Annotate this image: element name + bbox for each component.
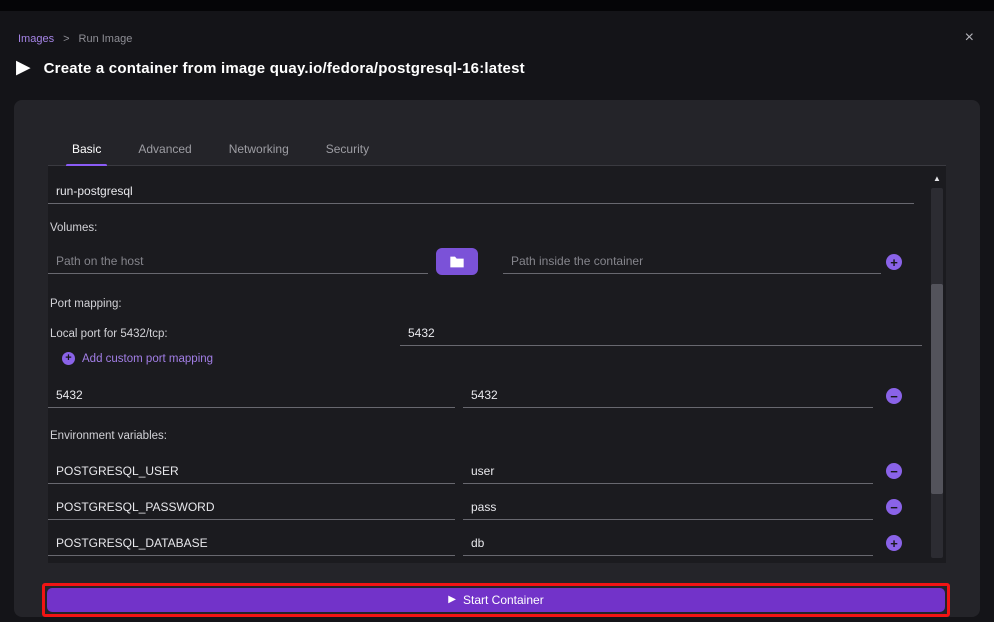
page-title: Create a container from image quay.io/fe… — [44, 60, 525, 77]
volume-container-input[interactable] — [503, 248, 881, 274]
play-icon: ▶ — [16, 57, 31, 79]
local-port-label: Local port for 5432/tcp: — [50, 328, 168, 340]
run-image-dialog: Basic Advanced Networking Security Volum… — [14, 100, 980, 617]
breadcrumb-images-link[interactable]: Images — [18, 33, 54, 45]
volume-host-input[interactable] — [48, 248, 428, 274]
play-icon: ▶ — [448, 594, 456, 606]
breadcrumb-separator: > — [63, 33, 69, 45]
scrollbar-track[interactable] — [931, 188, 943, 558]
tab-bar: Basic Advanced Networking Security — [48, 136, 946, 166]
remove-env-icon[interactable]: − — [886, 463, 902, 479]
container-name-input[interactable] — [48, 178, 914, 204]
env-name-input[interactable] — [48, 530, 455, 556]
port-mapping-label: Port mapping: — [50, 298, 122, 310]
env-value-input[interactable] — [463, 530, 873, 556]
tab-networking[interactable]: Networking — [227, 136, 291, 165]
add-env-icon[interactable]: + — [886, 535, 902, 551]
environment-variables-label: Environment variables: — [50, 430, 167, 442]
add-volume-icon[interactable]: + — [886, 254, 902, 270]
env-name-input[interactable] — [48, 458, 455, 484]
custom-port-host-input[interactable] — [48, 382, 455, 408]
add-custom-port-label: Add custom port mapping — [82, 353, 213, 365]
start-container-label: Start Container — [463, 593, 544, 607]
env-name-input[interactable] — [48, 494, 455, 520]
basic-form: Volumes: + Port mapping: Local port for … — [48, 166, 946, 563]
start-container-button[interactable]: ▶ Start Container — [47, 588, 945, 612]
tab-basic[interactable]: Basic — [70, 136, 103, 165]
window-top-strip — [0, 0, 994, 11]
browse-folder-button[interactable] — [436, 248, 478, 275]
custom-port-container-input[interactable] — [463, 382, 873, 408]
tab-security[interactable]: Security — [324, 136, 371, 165]
remove-port-icon[interactable]: − — [886, 388, 902, 404]
close-icon[interactable]: × — [965, 30, 974, 46]
scrollbar-thumb[interactable] — [931, 284, 943, 494]
scroll-up-icon[interactable]: ▲ — [930, 172, 944, 186]
local-port-input[interactable] — [400, 320, 922, 346]
env-value-input[interactable] — [463, 458, 873, 484]
add-icon: + — [62, 352, 75, 365]
page-header: ▶ Create a container from image quay.io/… — [16, 57, 525, 79]
env-value-input[interactable] — [463, 494, 873, 520]
annotation-highlight-box: ▶ Start Container — [42, 583, 950, 617]
breadcrumb: Images > Run Image — [18, 33, 132, 45]
volumes-label: Volumes: — [50, 222, 97, 234]
add-custom-port-button[interactable]: + Add custom port mapping — [62, 352, 213, 365]
folder-icon — [449, 255, 465, 269]
tab-advanced[interactable]: Advanced — [136, 136, 193, 165]
remove-env-icon[interactable]: − — [886, 499, 902, 515]
breadcrumb-current: Run Image — [79, 33, 133, 45]
form-scrollbar[interactable]: ▲ — [930, 172, 944, 558]
